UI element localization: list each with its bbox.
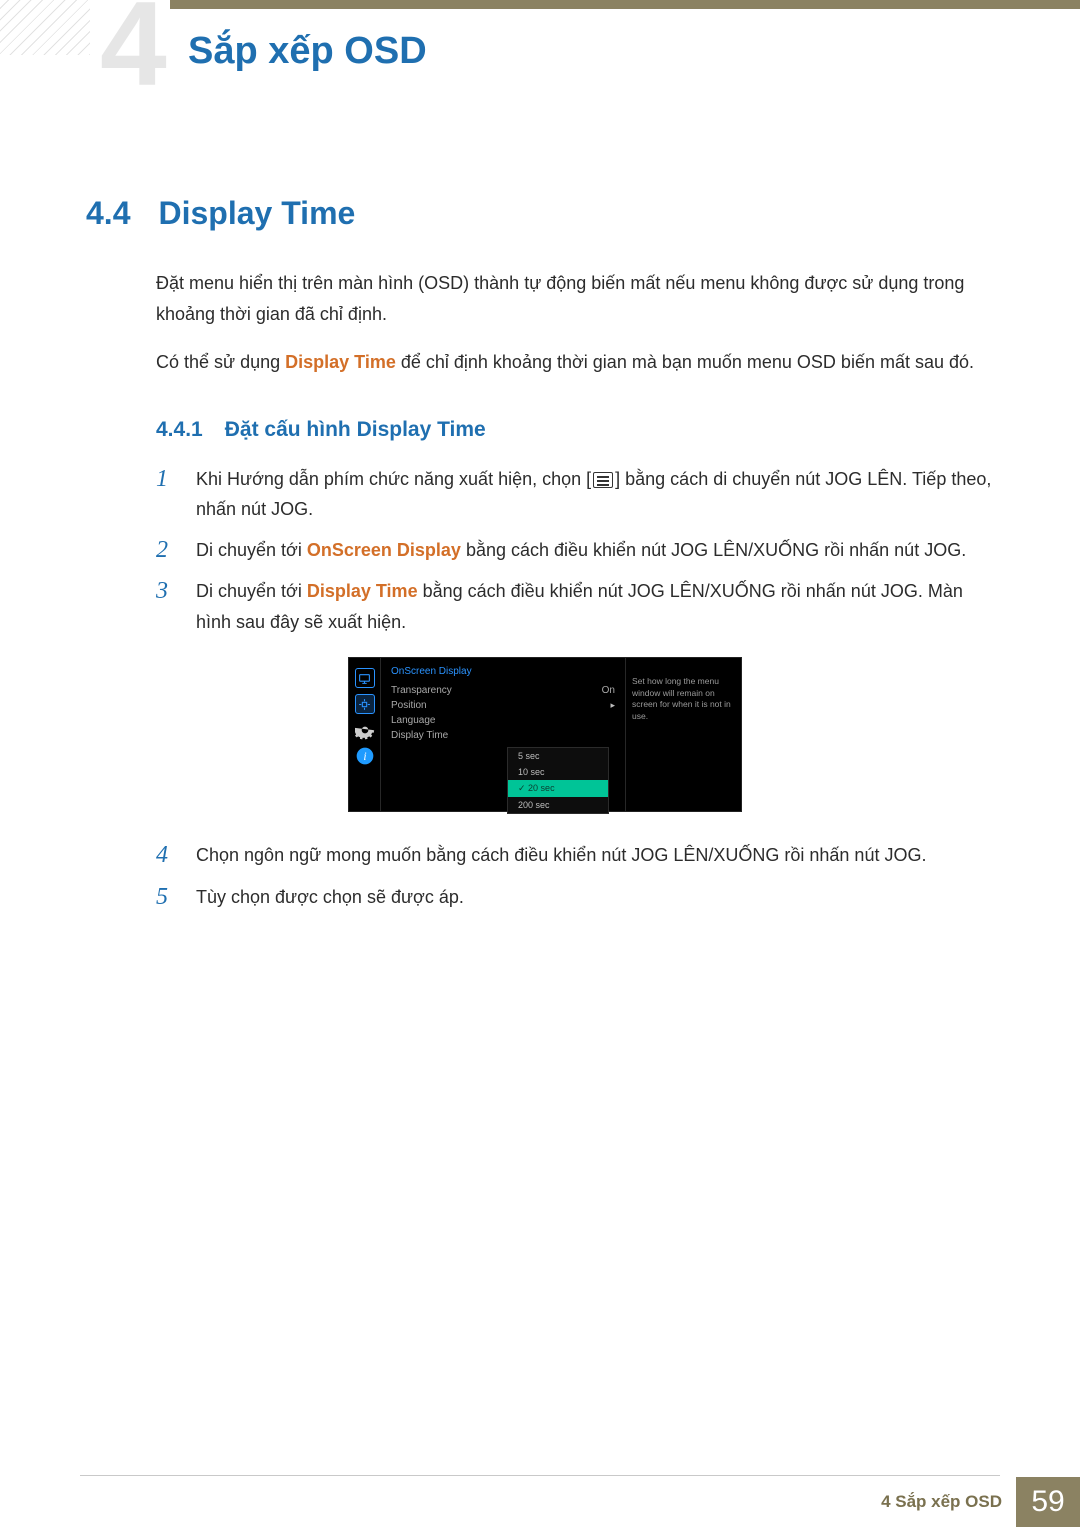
step-3: 3 Di chuyển tới Display Time bằng cách đ… bbox=[156, 576, 994, 637]
display-time-term: Display Time bbox=[307, 581, 418, 601]
osd-screenshot: i OnScreen Display Transparency On Posit… bbox=[348, 657, 742, 812]
onscreen-display-term: OnScreen Display bbox=[307, 540, 461, 560]
subsection-heading: 4.4.1 Đặt cấu hình Display Time bbox=[156, 418, 994, 442]
step-number: 5 bbox=[156, 882, 174, 913]
osd-item-value: On bbox=[602, 685, 615, 696]
footer-page-number: 59 bbox=[1016, 1477, 1080, 1527]
steps-list: 1 Khi Hướng dẫn phím chức năng xuất hiện… bbox=[156, 464, 994, 638]
osd-menu-item: Language bbox=[391, 713, 615, 728]
osd-item-label: Transparency bbox=[391, 685, 452, 696]
header-hatch-decoration bbox=[0, 0, 90, 55]
osd-menu: OnScreen Display Transparency On Positio… bbox=[381, 658, 625, 811]
osd-item-label: Display Time bbox=[391, 730, 448, 741]
step-number: 4 bbox=[156, 840, 174, 871]
info-icon: i bbox=[355, 746, 375, 766]
step-number: 1 bbox=[156, 464, 174, 525]
osd-popup-option: 5 sec bbox=[508, 748, 608, 764]
step-2: 2 Di chuyển tới OnScreen Display bằng cá… bbox=[156, 535, 994, 566]
text-span: Di chuyển tới bbox=[196, 540, 307, 560]
osd-menu-item: Position ▸ bbox=[391, 698, 615, 713]
section-heading: 4.4 Display Time bbox=[86, 195, 994, 232]
svg-text:i: i bbox=[363, 751, 366, 764]
subsection-title: Đặt cấu hình Display Time bbox=[225, 418, 486, 442]
osd-popup: 5 sec 10 sec 20 sec 200 sec bbox=[507, 747, 609, 814]
navigation-icon bbox=[355, 694, 375, 714]
chapter-number-watermark: 4 bbox=[100, 0, 167, 98]
text-span: Khi Hướng dẫn phím chức năng xuất hiện, … bbox=[196, 469, 591, 489]
steps-list-continued: 4 Chọn ngôn ngữ mong muốn bằng cách điều… bbox=[156, 840, 994, 912]
intro-paragraph-1: Đặt menu hiển thị trên màn hình (OSD) th… bbox=[156, 268, 994, 329]
text-span: để chỉ định khoảng thời gian mà bạn muốn… bbox=[396, 352, 974, 372]
step-text: Tùy chọn được chọn sẽ được áp. bbox=[196, 882, 464, 913]
monitor-icon bbox=[355, 668, 375, 688]
menu-icon bbox=[593, 472, 613, 488]
text-span: Có thể sử dụng bbox=[156, 352, 285, 372]
text-span: bằng cách điều khiển nút JOG LÊN/XUỐNG r… bbox=[461, 540, 966, 560]
osd-menu-item: Display Time bbox=[391, 728, 615, 743]
step-5: 5 Tùy chọn được chọn sẽ được áp. bbox=[156, 882, 994, 913]
header-bar bbox=[170, 0, 1080, 9]
page-title: Sắp xếp OSD bbox=[188, 30, 427, 73]
osd-popup-option-selected: 20 sec bbox=[508, 780, 608, 797]
osd-item-label: Position bbox=[391, 700, 427, 711]
osd-menu-title: OnScreen Display bbox=[391, 666, 615, 677]
osd-item-label: Language bbox=[391, 715, 436, 726]
osd-sidebar: i bbox=[349, 658, 381, 811]
gear-icon bbox=[355, 720, 375, 740]
subsection-number: 4.4.1 bbox=[156, 418, 203, 442]
step-number: 3 bbox=[156, 576, 174, 637]
chevron-right-icon: ▸ bbox=[610, 700, 615, 711]
section-title: Display Time bbox=[158, 195, 355, 232]
intro-paragraph-2: Có thể sử dụng Display Time để chỉ định … bbox=[156, 347, 994, 378]
osd-menu-item: Transparency On bbox=[391, 683, 615, 698]
step-text: Di chuyển tới Display Time bằng cách điề… bbox=[196, 576, 994, 637]
section-number: 4.4 bbox=[86, 195, 130, 232]
osd-popup-option: 200 sec bbox=[508, 797, 608, 813]
page-footer: 4 Sắp xếp OSD 59 bbox=[0, 1477, 1080, 1527]
step-number: 2 bbox=[156, 535, 174, 566]
display-time-term: Display Time bbox=[285, 352, 396, 372]
footer-chapter-label: 4 Sắp xếp OSD bbox=[867, 1477, 1016, 1527]
step-1: 1 Khi Hướng dẫn phím chức năng xuất hiện… bbox=[156, 464, 994, 525]
osd-help-text: Set how long the menu window will remain… bbox=[625, 658, 741, 811]
footer-divider bbox=[80, 1475, 1000, 1476]
content-area: 4.4 Display Time Đặt menu hiển thị trên … bbox=[86, 195, 994, 923]
osd-main: OnScreen Display Transparency On Positio… bbox=[381, 658, 741, 811]
step-4: 4 Chọn ngôn ngữ mong muốn bằng cách điều… bbox=[156, 840, 994, 871]
step-text: Chọn ngôn ngữ mong muốn bằng cách điều k… bbox=[196, 840, 926, 871]
osd-popup-option: 10 sec bbox=[508, 764, 608, 780]
step-text: Khi Hướng dẫn phím chức năng xuất hiện, … bbox=[196, 464, 994, 525]
text-span: Di chuyển tới bbox=[196, 581, 307, 601]
step-text: Di chuyển tới OnScreen Display bằng cách… bbox=[196, 535, 966, 566]
